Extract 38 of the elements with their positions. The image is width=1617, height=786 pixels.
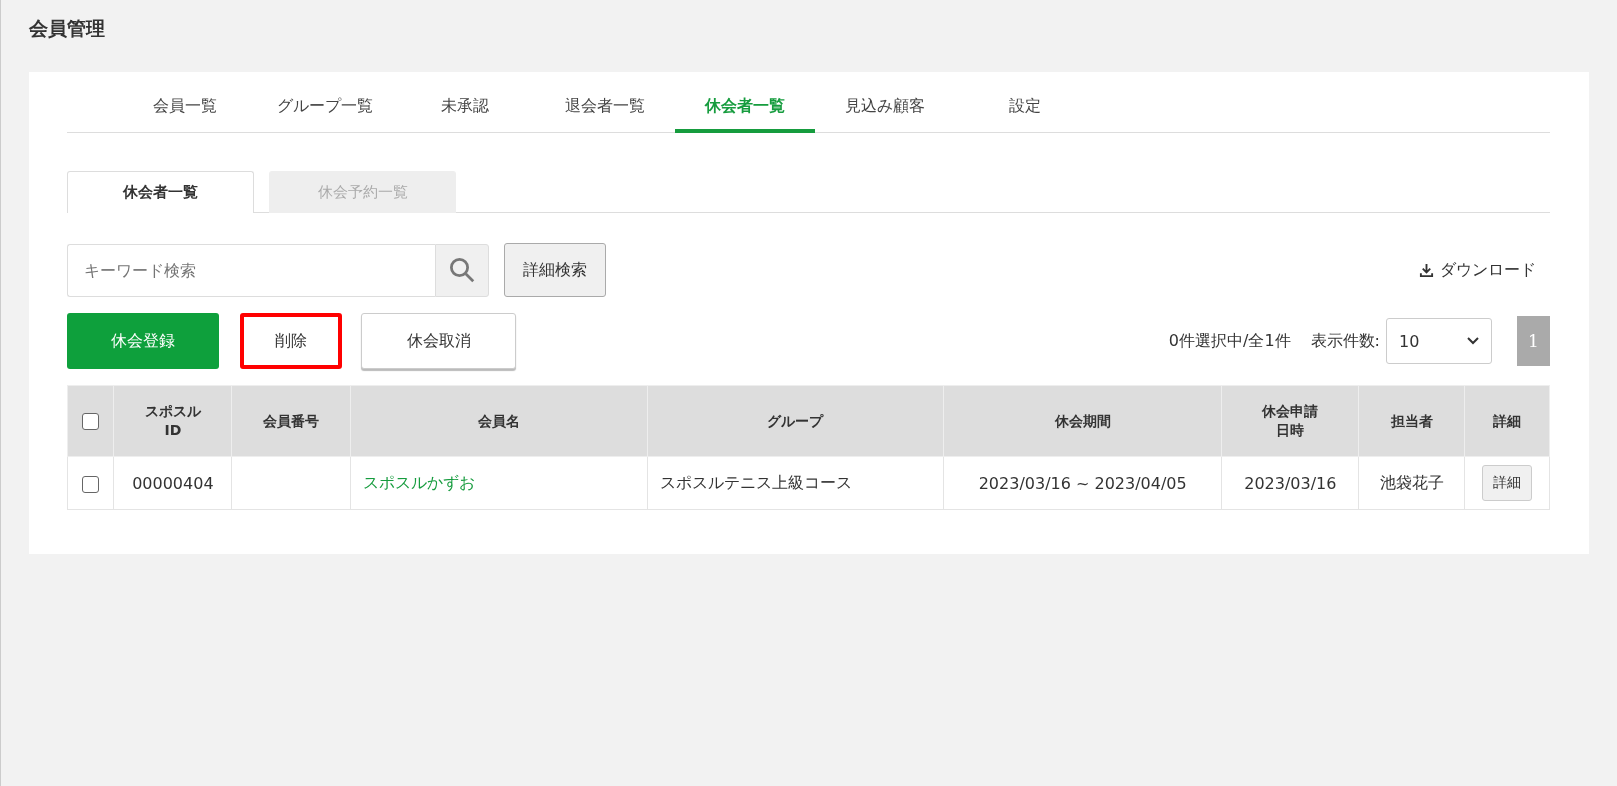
table-cell: 2023/03/16 bbox=[1221, 456, 1359, 510]
download-link[interactable]: ダウンロード bbox=[1413, 258, 1542, 282]
advanced-search-button[interactable]: 詳細検索 bbox=[504, 243, 606, 297]
column-header: 詳細 bbox=[1493, 411, 1522, 431]
nav-tab[interactable]: 未承認 bbox=[395, 86, 535, 133]
action-button[interactable]: 削除 bbox=[240, 313, 342, 369]
table-cell: スポスルテニス上級コース bbox=[647, 456, 944, 510]
table-cell: 池袋花子 bbox=[1358, 456, 1465, 510]
table-cell: 2023/03/16 ~ 2023/04/05 bbox=[943, 456, 1222, 510]
page-title: 会員管理 bbox=[29, 16, 106, 41]
action-button[interactable]: 休会取消 bbox=[361, 313, 516, 369]
page-size-label: 表示件数: bbox=[1310, 330, 1380, 352]
search-button[interactable] bbox=[435, 243, 489, 297]
member-name-link[interactable]: スポスルかずお bbox=[363, 472, 476, 492]
column-header: 休会申請日時 bbox=[1261, 402, 1320, 440]
search-field[interactable]: キーワード検索 bbox=[67, 243, 435, 297]
nav-tab[interactable]: グループ一覧 bbox=[255, 86, 395, 133]
search-icon bbox=[447, 255, 477, 285]
column-header: 休会期間 bbox=[1054, 411, 1111, 431]
column-header: グループ bbox=[767, 411, 824, 431]
download-icon bbox=[1419, 262, 1434, 278]
nav-tab[interactable]: 見込み顧客 bbox=[815, 86, 955, 133]
nav-tab[interactable]: 退会者一覧 bbox=[535, 86, 675, 133]
detail-button[interactable]: 詳細 bbox=[1482, 465, 1533, 501]
row-checkbox[interactable] bbox=[82, 475, 100, 493]
column-header: スポスル ID bbox=[143, 402, 202, 440]
nav-tab[interactable]: 休会者一覧 bbox=[675, 86, 815, 133]
column-header: 担当者 bbox=[1390, 411, 1433, 431]
nav-tab[interactable]: 会員一覧 bbox=[115, 86, 255, 133]
column-header: 会員番号 bbox=[263, 411, 320, 431]
column-header: 会員名 bbox=[477, 411, 520, 431]
select-all-checkbox[interactable] bbox=[82, 413, 100, 431]
table-cell: 00000404 bbox=[113, 456, 232, 510]
nav-tab[interactable]: 設定 bbox=[955, 86, 1095, 133]
sub-tab[interactable]: 休会者一覧 bbox=[67, 171, 254, 213]
page-size-select[interactable]: 10 bbox=[1386, 318, 1492, 364]
chevron-down-icon bbox=[1467, 337, 1479, 345]
selection-status: 0件選択中/全1件 bbox=[1168, 330, 1291, 352]
